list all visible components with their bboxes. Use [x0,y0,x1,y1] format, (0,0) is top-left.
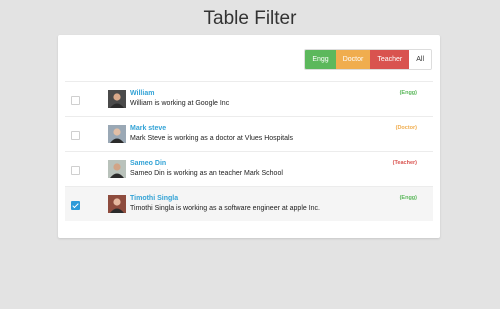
row-name[interactable]: Timothi Singla [130,195,178,202]
row-checkbox[interactable] [71,166,80,175]
filter-teacher-button[interactable]: Teacher [370,50,410,69]
filter-engg-button[interactable]: Engg [305,50,336,69]
page-title: Table Filter [203,8,297,29]
table-row[interactable]: Sameo Din Sameo Din is working as an tea… [65,151,433,186]
row-name[interactable]: Sameo Din [130,160,166,167]
row-category-tag: (Doctor) [395,125,417,131]
row-description: Mark Steve is working as a doctor at Vlu… [130,135,294,142]
avatar [108,195,126,213]
table-row[interactable]: Mark steve Mark Steve is working as a do… [65,116,433,151]
row-description: William is working at Google Inc [130,100,230,107]
row-checkbox[interactable] [71,131,80,140]
table-row[interactable]: Timothi Singla Timothi Singla is working… [65,186,433,221]
filter-button-group: Engg Doctor Teacher All [304,49,432,70]
avatar [108,160,126,178]
row-category-tag: (Engg) [399,90,417,96]
people-table: William William is working at Google Inc… [65,81,433,221]
row-category-tag: (Teacher) [392,160,417,166]
table-filter-panel: Engg Doctor Teacher All William William … [58,35,440,238]
filter-all-button[interactable]: All [409,50,431,69]
row-category-tag: (Engg) [399,195,417,201]
row-name[interactable]: Mark steve [130,125,166,132]
row-checkbox[interactable] [71,96,80,105]
row-description: Sameo Din is working as an teacher Mark … [130,170,283,177]
row-name[interactable]: William [130,90,154,97]
filter-doctor-button[interactable]: Doctor [335,50,371,69]
table-row[interactable]: William William is working at Google Inc… [65,81,433,116]
row-checkbox[interactable] [71,201,80,210]
row-description: Timothi Singla is working as a software … [130,205,321,212]
avatar [108,90,126,108]
avatar [108,125,126,143]
